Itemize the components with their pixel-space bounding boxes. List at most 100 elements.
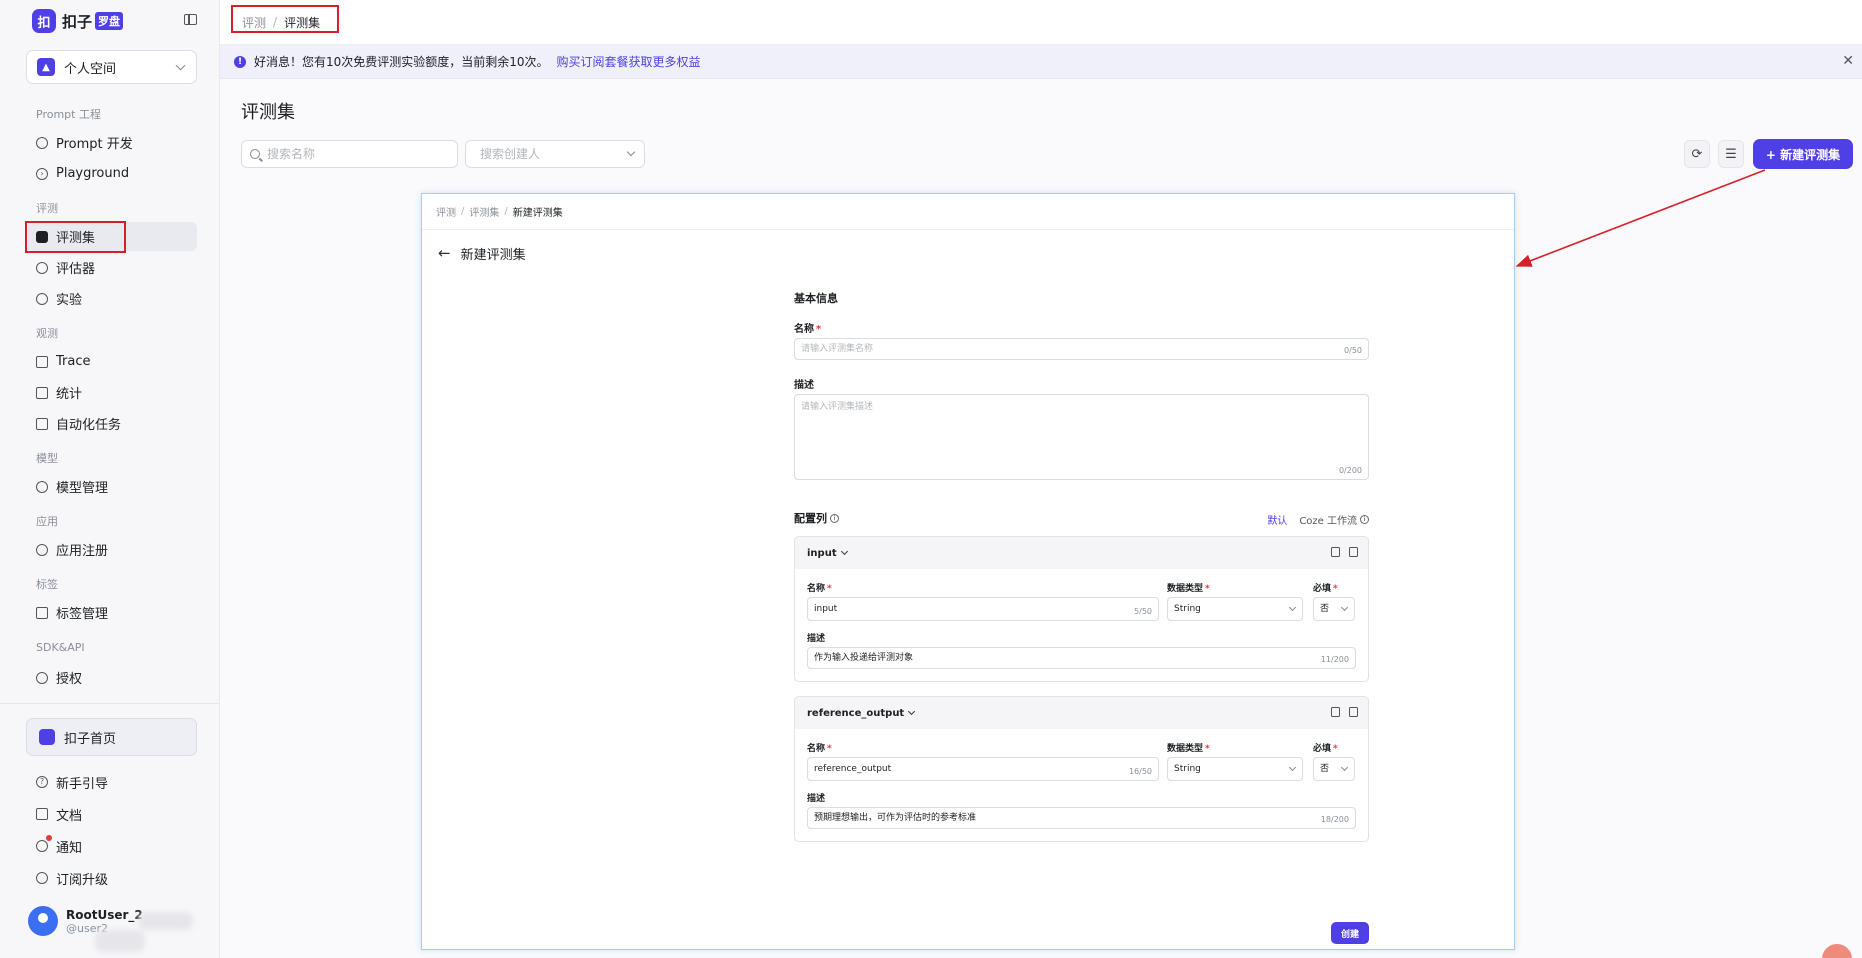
col-type-label: 数据类型 *	[1167, 584, 1210, 594]
info-icon[interactable]: i	[1360, 515, 1369, 524]
copy-icon[interactable]	[1331, 547, 1340, 557]
sidebar-item-label: Prompt 开发	[56, 137, 133, 152]
sidebar-item-experiment[interactable]: 实验	[26, 284, 197, 313]
column-header[interactable]: reference_output	[795, 697, 1368, 729]
sidebar-item-models[interactable]: 模型管理	[26, 472, 197, 501]
sidebar-item-notify[interactable]: 通知	[26, 830, 197, 862]
sidebar-item-label: 新手引导	[56, 776, 109, 792]
chevron-down-icon	[1340, 603, 1349, 612]
sidebar-item-label: 评估器	[56, 262, 96, 277]
column-desc-field[interactable]: 作为输入投递给评测对象 11/200	[807, 647, 1356, 669]
app-icon	[36, 543, 48, 556]
task-icon	[36, 417, 48, 430]
upgrade-icon	[36, 872, 48, 884]
column-header[interactable]: input	[795, 537, 1368, 569]
breadcrumb-item[interactable]: 评测	[436, 204, 456, 219]
modal-title: 新建评测集	[460, 247, 526, 263]
config-coze-option[interactable]: Coze 工作流	[1299, 512, 1357, 527]
sidebar-item-playground[interactable]: › Playground	[26, 159, 197, 188]
notice-link[interactable]: 购买订阅套餐获取更多权益	[557, 53, 701, 70]
trace-icon	[36, 355, 48, 368]
sidebar-item-upgrade[interactable]: 订阅升级	[26, 862, 197, 894]
desc-counter: 11/200	[1320, 655, 1349, 664]
sidebar-item-label: 模型管理	[56, 481, 109, 496]
refresh-button[interactable]: ⟳	[1684, 140, 1710, 168]
column-desc-field[interactable]: 预期理想输出，可作为评估时的参考标准 18/200	[807, 807, 1356, 829]
space-label: 个人空间	[64, 61, 117, 77]
chevron-down-icon	[1288, 603, 1297, 612]
column-required-select[interactable]: 否	[1313, 757, 1355, 781]
sidebar-item-trace[interactable]: Trace	[26, 347, 197, 376]
space-selector[interactable]: ▲ 个人空间	[26, 50, 197, 84]
sidebar-item-prompt-dev[interactable]: Prompt 开发	[26, 128, 197, 157]
dataset-name-field[interactable]: 请输入评测集名称 0/50	[794, 338, 1369, 360]
column-settings-button[interactable]: ☰	[1718, 140, 1744, 168]
breadcrumb: 评测 / 评测集	[220, 0, 1862, 45]
sidebar-nav: Prompt 工程 Prompt 开发 › Playground 评测 评测集 评…	[0, 98, 219, 698]
close-icon[interactable]: ✕	[1842, 53, 1854, 69]
nav-group-app: 应用	[36, 515, 58, 528]
search-icon	[250, 149, 260, 159]
breadcrumb-separator: /	[461, 206, 465, 217]
sidebar-item-tasks[interactable]: 自动化任务	[26, 409, 197, 438]
create-button[interactable]: 创建	[1331, 922, 1369, 944]
annotation-highlight-breadcrumb	[231, 5, 339, 33]
breadcrumb-item[interactable]: 评测集	[469, 204, 499, 219]
guide-icon: ?	[36, 776, 48, 788]
creator-select[interactable]	[465, 140, 645, 168]
logo[interactable]: 扣 扣子 罗盘	[0, 0, 219, 42]
sidebar-item-auth[interactable]: 授权	[26, 663, 197, 692]
auth-icon	[36, 671, 48, 684]
column-name-field[interactable]: input 5/50	[807, 597, 1159, 621]
sidebar-item-tags[interactable]: 标签管理	[26, 598, 197, 627]
col-name-label: 名称 *	[807, 744, 832, 754]
sidebar-item-app-register[interactable]: 应用注册	[26, 535, 197, 564]
back-arrow-icon[interactable]: ←	[438, 244, 451, 262]
dataset-desc-field[interactable]: 请输入评测集描述 0/200	[794, 394, 1369, 480]
column-field-inputs: input 5/50 String 否	[807, 597, 1356, 621]
home-button[interactable]: 扣子首页	[26, 718, 197, 756]
col-desc-label: 描述	[807, 794, 826, 804]
desc-counter: 18/200	[1320, 815, 1349, 824]
annotation-highlight-dataset	[25, 221, 126, 253]
search-name-input[interactable]	[267, 147, 437, 161]
notice-banner: ! 好消息！您有10次免费评测实验额度，当前剩余10次。 购买订阅套餐获取更多权…	[220, 45, 1862, 79]
sidebar: 扣 扣子 罗盘 ▲ 个人空间 Prompt 工程 Prompt 开发 › Play…	[0, 0, 220, 958]
sidebar-collapse-icon[interactable]	[184, 14, 197, 25]
search-input[interactable]	[241, 140, 458, 168]
creator-input[interactable]	[480, 147, 644, 161]
delete-icon[interactable]	[1349, 707, 1358, 717]
info-icon[interactable]: i	[830, 513, 839, 523]
user-name: RootUser_2	[66, 907, 143, 922]
modal-header: ← 新建评测集	[422, 230, 1514, 276]
column-type-select[interactable]: String	[1167, 597, 1303, 621]
sidebar-item-evaluator[interactable]: 评估器	[26, 253, 197, 282]
sidebar-item-docs[interactable]: 文档	[26, 798, 197, 830]
chat-icon	[36, 136, 48, 149]
column-title: reference_output	[807, 707, 905, 719]
column-type-select[interactable]: String	[1167, 757, 1303, 781]
notice-text: 好消息！您有10次免费评测实验额度，当前剩余10次。	[254, 55, 549, 69]
evaluator-icon	[36, 261, 48, 274]
logo-badge: 罗盘	[95, 12, 124, 30]
sidebar-item-label: 统计	[56, 387, 83, 402]
config-default-option[interactable]: 默认	[1267, 512, 1287, 527]
sidebar-item-guide[interactable]: ? 新手引导	[26, 766, 197, 798]
column-field-labels: 名称 * 数据类型 * 必填 *	[807, 741, 1356, 755]
column-name-field[interactable]: reference_output 16/50	[807, 757, 1159, 781]
copy-icon[interactable]	[1331, 707, 1340, 717]
column-title: input	[807, 547, 837, 559]
chevron-down-icon	[1288, 763, 1297, 772]
new-dataset-button[interactable]: + 新建评测集	[1753, 139, 1853, 169]
nav-group-tag: 标签	[36, 578, 58, 591]
sidebar-item-stats[interactable]: 统计	[26, 378, 197, 407]
delete-icon[interactable]	[1349, 547, 1358, 557]
nav-group-sdk: SDK&API	[36, 641, 85, 654]
model-icon	[36, 480, 48, 493]
nav-group-prompt: Prompt 工程	[36, 108, 101, 121]
tag-icon	[36, 606, 48, 619]
config-columns-header: 配置列 i 默认 Coze 工作流 i	[794, 510, 1369, 527]
column-required-select[interactable]: 否	[1313, 597, 1355, 621]
column-card: reference_output 名称 * 数据类型 * 必填 * reference…	[794, 696, 1369, 842]
redaction-blur	[138, 912, 193, 930]
